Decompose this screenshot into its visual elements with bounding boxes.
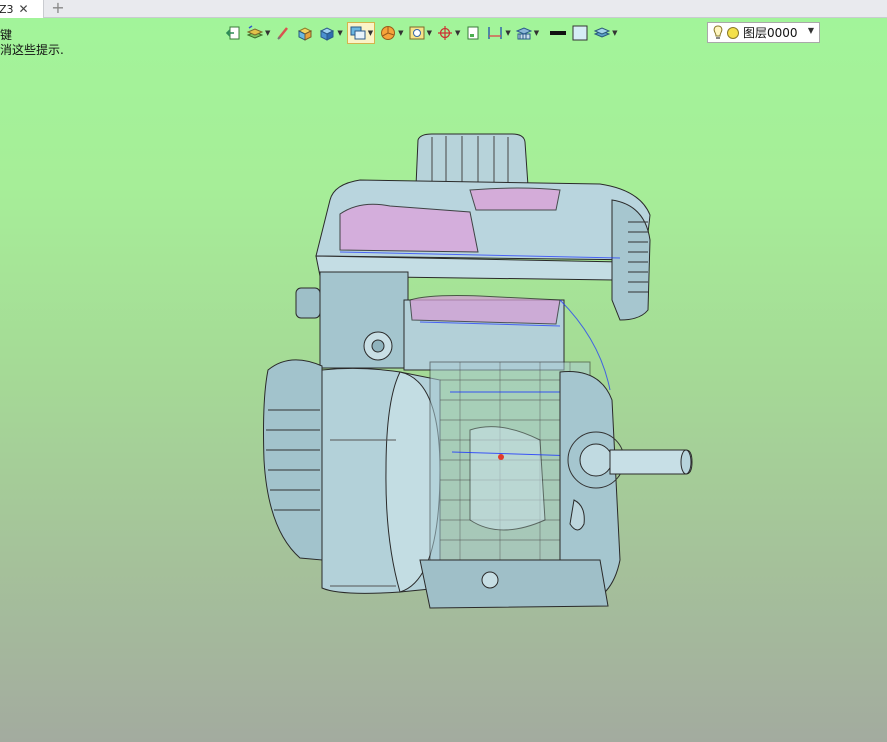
shaded-cube-icon [296, 24, 314, 42]
display-mode-icon [349, 24, 367, 42]
chevron-down-icon[interactable]: ▼ [505, 29, 510, 37]
layer-style-icon [593, 24, 611, 42]
pie-section-icon [379, 24, 397, 42]
exit-arrow-icon [224, 24, 242, 42]
layer-color-icon [727, 26, 739, 39]
section-view-button[interactable]: ▼ [379, 22, 404, 44]
add-tab-icon[interactable]: + [50, 0, 66, 18]
chevron-down-icon[interactable]: ▼ [534, 29, 539, 37]
chevron-down-icon[interactable]: ▼ [368, 29, 373, 37]
close-icon[interactable]: ✕ [19, 3, 29, 15]
layer-manager-icon [515, 24, 533, 42]
face-color-button[interactable] [571, 22, 589, 44]
document-tab[interactable]: Z3 ✕ [0, 0, 44, 18]
line-color-button[interactable] [549, 22, 567, 44]
engine-model[interactable] [0, 50, 887, 742]
layer-select[interactable]: 图层0000 ▼ [707, 22, 820, 43]
chevron-down-icon[interactable]: ▼ [808, 26, 814, 35]
chevron-down-icon[interactable]: ▼ [398, 29, 403, 37]
chevron-down-icon[interactable]: ▼ [265, 29, 270, 37]
dimension-button[interactable]: ▼ [486, 22, 511, 44]
blue-cube-icon [318, 24, 336, 42]
document-tab-bar: Z3 ✕ + [0, 0, 887, 18]
line-color-swatch-icon [549, 24, 567, 42]
3d-viewport[interactable] [0, 50, 887, 742]
chevron-down-icon[interactable]: ▼ [455, 29, 460, 37]
plane-stack-icon [246, 24, 264, 42]
solid-view-button[interactable]: ▼ [318, 22, 343, 44]
zoom-frame-icon [408, 24, 426, 42]
zoom-fit-button[interactable]: ▼ [408, 22, 432, 44]
plane-view-button[interactable]: ▼ [246, 22, 270, 44]
sheet-icon [464, 24, 482, 42]
render-mode-button[interactable] [296, 22, 314, 44]
chevron-down-icon[interactable]: ▼ [612, 29, 617, 37]
view-toolbar: ▼ ▼ ▼ ▼ ▼ ▼ ▼ ▼ ▼ [224, 22, 622, 44]
layer-manager-button[interactable]: ▼ [515, 22, 539, 44]
face-color-swatch-icon [571, 24, 589, 42]
display-mode-button[interactable]: ▼ [346, 22, 376, 44]
dimension-icon [486, 24, 504, 42]
document-tab-label: Z3 [0, 2, 14, 16]
chevron-down-icon[interactable]: ▼ [427, 29, 432, 37]
pick-filter-button[interactable] [274, 22, 292, 44]
lightbulb-icon [713, 24, 723, 39]
layer-label: 图层0000 [743, 26, 798, 40]
chevron-down-icon[interactable]: ▼ [337, 29, 342, 37]
orient-button[interactable]: ▼ [436, 22, 460, 44]
layer-style-button[interactable]: ▼ [593, 22, 618, 44]
crosshair-icon [436, 24, 454, 42]
sheet-view-button[interactable] [464, 22, 482, 44]
exit-view-button[interactable] [224, 22, 242, 44]
brush-icon [274, 24, 292, 42]
